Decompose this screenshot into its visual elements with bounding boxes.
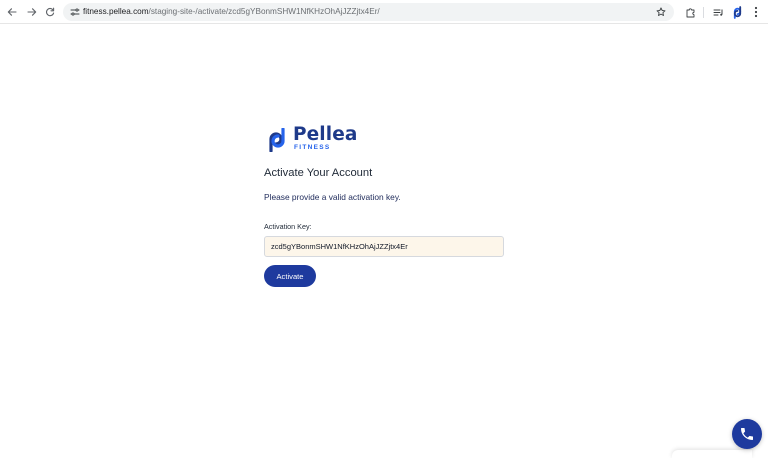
forward-icon[interactable] (24, 4, 40, 20)
media-controls-icon[interactable] (710, 4, 726, 20)
extensions-icon[interactable] (682, 4, 698, 20)
phone-icon (741, 428, 753, 440)
activation-panel: Pellea FITNESS Activate Your Account Ple… (264, 124, 504, 287)
browser-toolbar: fitness.pellea.com/staging-site-/activat… (0, 0, 768, 24)
url-path: /staging-site-/activate/zcd5gYBonmSHW1Nf… (148, 7, 380, 16)
brand-subtitle: FITNESS (294, 144, 331, 151)
menu-icon[interactable] (748, 4, 764, 20)
call-button[interactable] (732, 419, 762, 449)
pellea-logo-icon (269, 128, 285, 152)
toolbar-divider (703, 7, 704, 18)
back-icon[interactable] (4, 4, 20, 20)
star-icon[interactable] (654, 5, 668, 19)
page-title: Activate Your Account (264, 167, 373, 179)
url-domain: fitness.pellea.com (83, 7, 149, 16)
activation-key-input[interactable] (264, 236, 504, 257)
brand-name: Pellea (293, 124, 358, 145)
activate-button[interactable]: Activate (264, 265, 316, 287)
chat-widget-tab[interactable] (672, 450, 752, 458)
activation-key-label: Activation Key: (264, 222, 312, 231)
site-settings-icon[interactable] (69, 6, 81, 18)
brand-logo[interactable]: Pellea FITNESS (264, 124, 358, 156)
pellea-extension-icon[interactable] (729, 4, 745, 20)
reload-icon[interactable] (42, 4, 58, 20)
address-bar[interactable]: fitness.pellea.com/staging-site-/activat… (63, 3, 674, 21)
url-text[interactable]: fitness.pellea.com/staging-site-/activat… (83, 6, 380, 18)
error-message: Please provide a valid activation key. (264, 192, 401, 202)
